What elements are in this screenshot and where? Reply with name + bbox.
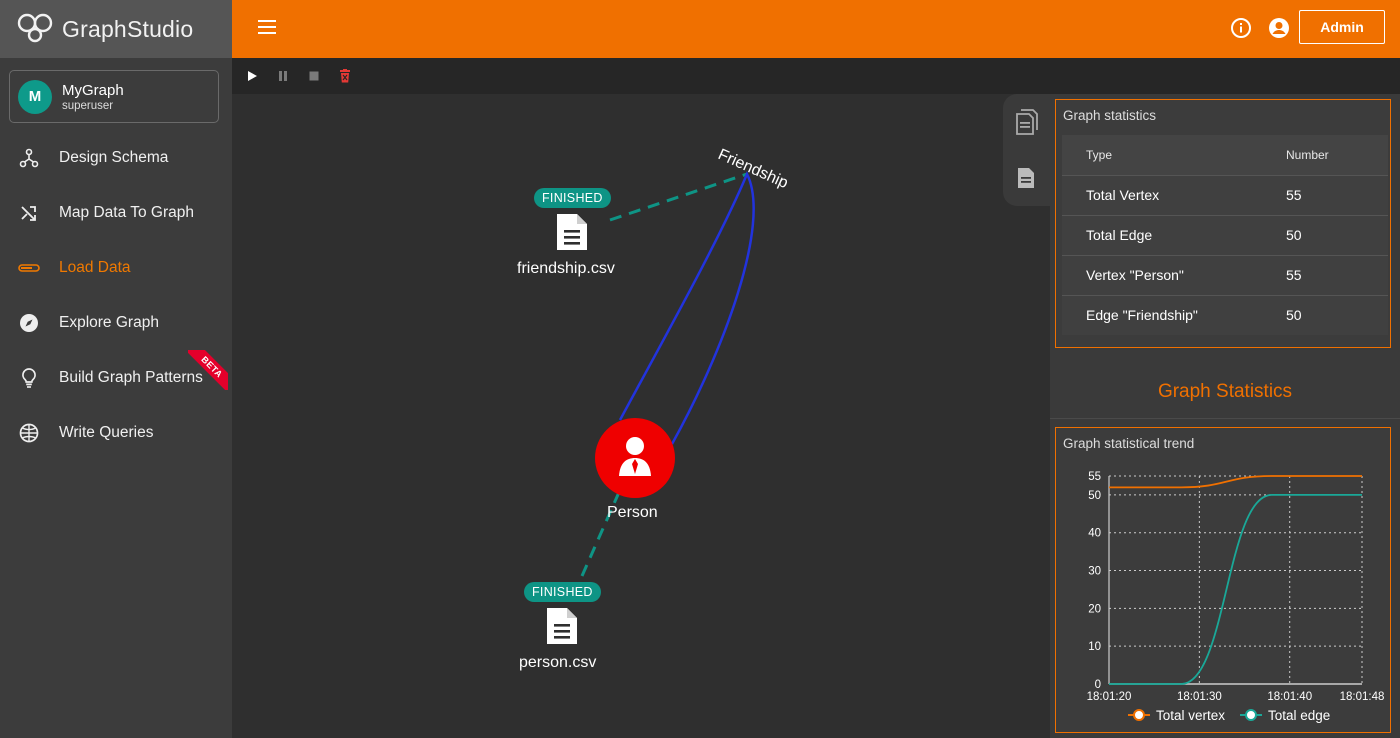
stats-table: Type Number Total Vertex 55 Total Edge 50 … bbox=[1062, 135, 1388, 335]
brand[interactable]: GraphStudio bbox=[0, 0, 232, 58]
person-file-name: person.csv bbox=[519, 654, 597, 671]
sidebar-item-explore-graph[interactable]: Explore Graph bbox=[0, 295, 232, 350]
sidebar-item-label: Explore Graph bbox=[59, 313, 159, 331]
sidebar-item-load-data[interactable]: Load Data bbox=[0, 240, 232, 295]
x-tick-label: 18:01:40 bbox=[1267, 691, 1312, 703]
sidebar: GraphStudio M MyGraph superuser Design S… bbox=[0, 0, 232, 738]
y-tick-label: 40 bbox=[1088, 528, 1101, 540]
vertex-label: Person bbox=[607, 504, 658, 521]
load-bar-icon bbox=[18, 257, 40, 279]
sidebar-item-label: Build Graph Patterns bbox=[59, 368, 203, 386]
sidebar-item-map-data[interactable]: Map Data To Graph bbox=[0, 185, 232, 240]
compass-icon bbox=[18, 312, 40, 334]
lightbulb-icon bbox=[18, 367, 40, 389]
panel-heading: Graph Statistics bbox=[1157, 381, 1293, 402]
account-icon[interactable] bbox=[1268, 17, 1290, 39]
table-row: Total Edge 50 bbox=[1062, 214, 1388, 255]
graph-avatar: M bbox=[18, 79, 52, 114]
row-type: Total Edge bbox=[1062, 214, 1270, 255]
sidebar-item-label: Load Data bbox=[59, 258, 131, 276]
trend-chart: 0 10 20 30 40 50 55 18:01:20 18:01:30 18:01:40 18:… bbox=[1087, 471, 1385, 723]
row-type: Vertex "Person" bbox=[1062, 254, 1270, 295]
divider bbox=[1050, 418, 1400, 419]
row-number: 55 bbox=[1270, 174, 1388, 215]
admin-button[interactable]: Admin bbox=[1299, 10, 1385, 44]
series-line-total-vertex bbox=[1109, 475, 1362, 489]
y-tick-label: 30 bbox=[1088, 566, 1101, 578]
schema-icon bbox=[18, 147, 40, 169]
graphstudio-logo-icon bbox=[16, 11, 54, 48]
edge-label: Friendship bbox=[715, 146, 790, 192]
beta-badge: BETA bbox=[188, 350, 228, 390]
legend-marker bbox=[1245, 709, 1257, 721]
friendship-status-badge: FINISHED bbox=[534, 188, 611, 208]
y-tick-label: 10 bbox=[1088, 641, 1101, 653]
x-tick-label: 18:01:30 bbox=[1177, 691, 1222, 703]
legend-label: Total vertex bbox=[1156, 708, 1225, 723]
person-file-link bbox=[580, 489, 622, 577]
globe-icon bbox=[18, 422, 40, 444]
statistics-panel: Graph statistics Type Number Total Verte… bbox=[1050, 94, 1400, 738]
graph-name: MyGraph bbox=[62, 81, 124, 99]
delete-icon[interactable] bbox=[337, 68, 353, 84]
brand-name: GraphStudio bbox=[62, 15, 194, 42]
graph-statistics-box: Graph statistics Type Number Total Verte… bbox=[1055, 99, 1391, 348]
shuffle-icon bbox=[18, 202, 40, 224]
x-tick-label: 18:01:48 bbox=[1340, 691, 1385, 703]
table-row: Total Vertex 55 bbox=[1062, 174, 1388, 215]
table-header-row: Type Number bbox=[1062, 135, 1388, 175]
sidebar-item-label: Design Schema bbox=[59, 148, 169, 166]
top-bar: Admin bbox=[232, 0, 1400, 58]
friendship-edge[interactable] bbox=[618, 170, 755, 445]
sidebar-nav: Design Schema Map Data To Graph Load Dat… bbox=[0, 130, 232, 460]
column-header-number: Number bbox=[1270, 135, 1388, 175]
y-tick-label: 50 bbox=[1088, 490, 1101, 502]
load-toolbar bbox=[232, 58, 1400, 94]
schema-canvas[interactable]: Friendship FINISHED friendship.csv Perso… bbox=[232, 94, 1050, 738]
sidebar-item-label: Map Data To Graph bbox=[59, 203, 194, 221]
sidebar-item-design-schema[interactable]: Design Schema bbox=[0, 130, 232, 185]
menu-icon[interactable] bbox=[258, 20, 276, 34]
trend-chart-box: Graph statistical trend 0 10 20 30 40 50 55 18:… bbox=[1055, 427, 1391, 733]
friendship-file-name: friendship.csv bbox=[517, 260, 615, 277]
info-icon[interactable] bbox=[1230, 17, 1252, 39]
series-line-total-edge bbox=[1108, 494, 1362, 685]
pause-icon[interactable] bbox=[275, 68, 291, 84]
friendship-file-link bbox=[609, 172, 748, 222]
row-number: 50 bbox=[1270, 214, 1388, 255]
stop-icon[interactable] bbox=[306, 68, 322, 84]
x-tick-label: 18:01:20 bbox=[1087, 691, 1132, 703]
stats-title: Graph statistics bbox=[1063, 108, 1157, 123]
user-role: superuser bbox=[62, 99, 114, 112]
files-tab-icon[interactable] bbox=[1015, 108, 1039, 135]
row-number: 55 bbox=[1270, 254, 1388, 295]
panel-tabs bbox=[1003, 94, 1050, 206]
row-type: Total Vertex bbox=[1062, 174, 1270, 215]
sidebar-item-build-patterns[interactable]: Build Graph Patterns BETA bbox=[0, 350, 232, 405]
row-number: 50 bbox=[1270, 294, 1388, 335]
table-row: Edge "Friendship" 50 bbox=[1062, 294, 1388, 335]
row-type: Edge "Friendship" bbox=[1062, 294, 1270, 335]
person-status-badge: FINISHED bbox=[524, 582, 601, 602]
file-tab-icon[interactable] bbox=[1015, 166, 1039, 192]
y-tick-label: 20 bbox=[1088, 603, 1101, 615]
schema-graph: Friendship bbox=[580, 146, 791, 577]
column-header-type: Type bbox=[1062, 135, 1270, 175]
table-row: Vertex "Person" 55 bbox=[1062, 254, 1388, 295]
play-icon[interactable] bbox=[244, 68, 260, 84]
y-tick-label: 0 bbox=[1095, 679, 1101, 691]
legend-marker bbox=[1133, 709, 1145, 721]
graph-selector[interactable]: M MyGraph superuser bbox=[9, 70, 219, 123]
legend-label: Total edge bbox=[1268, 708, 1330, 723]
sidebar-item-label: Write Queries bbox=[59, 423, 154, 441]
y-tick-label: 55 bbox=[1088, 471, 1101, 483]
sidebar-item-write-queries[interactable]: Write Queries bbox=[0, 405, 232, 460]
